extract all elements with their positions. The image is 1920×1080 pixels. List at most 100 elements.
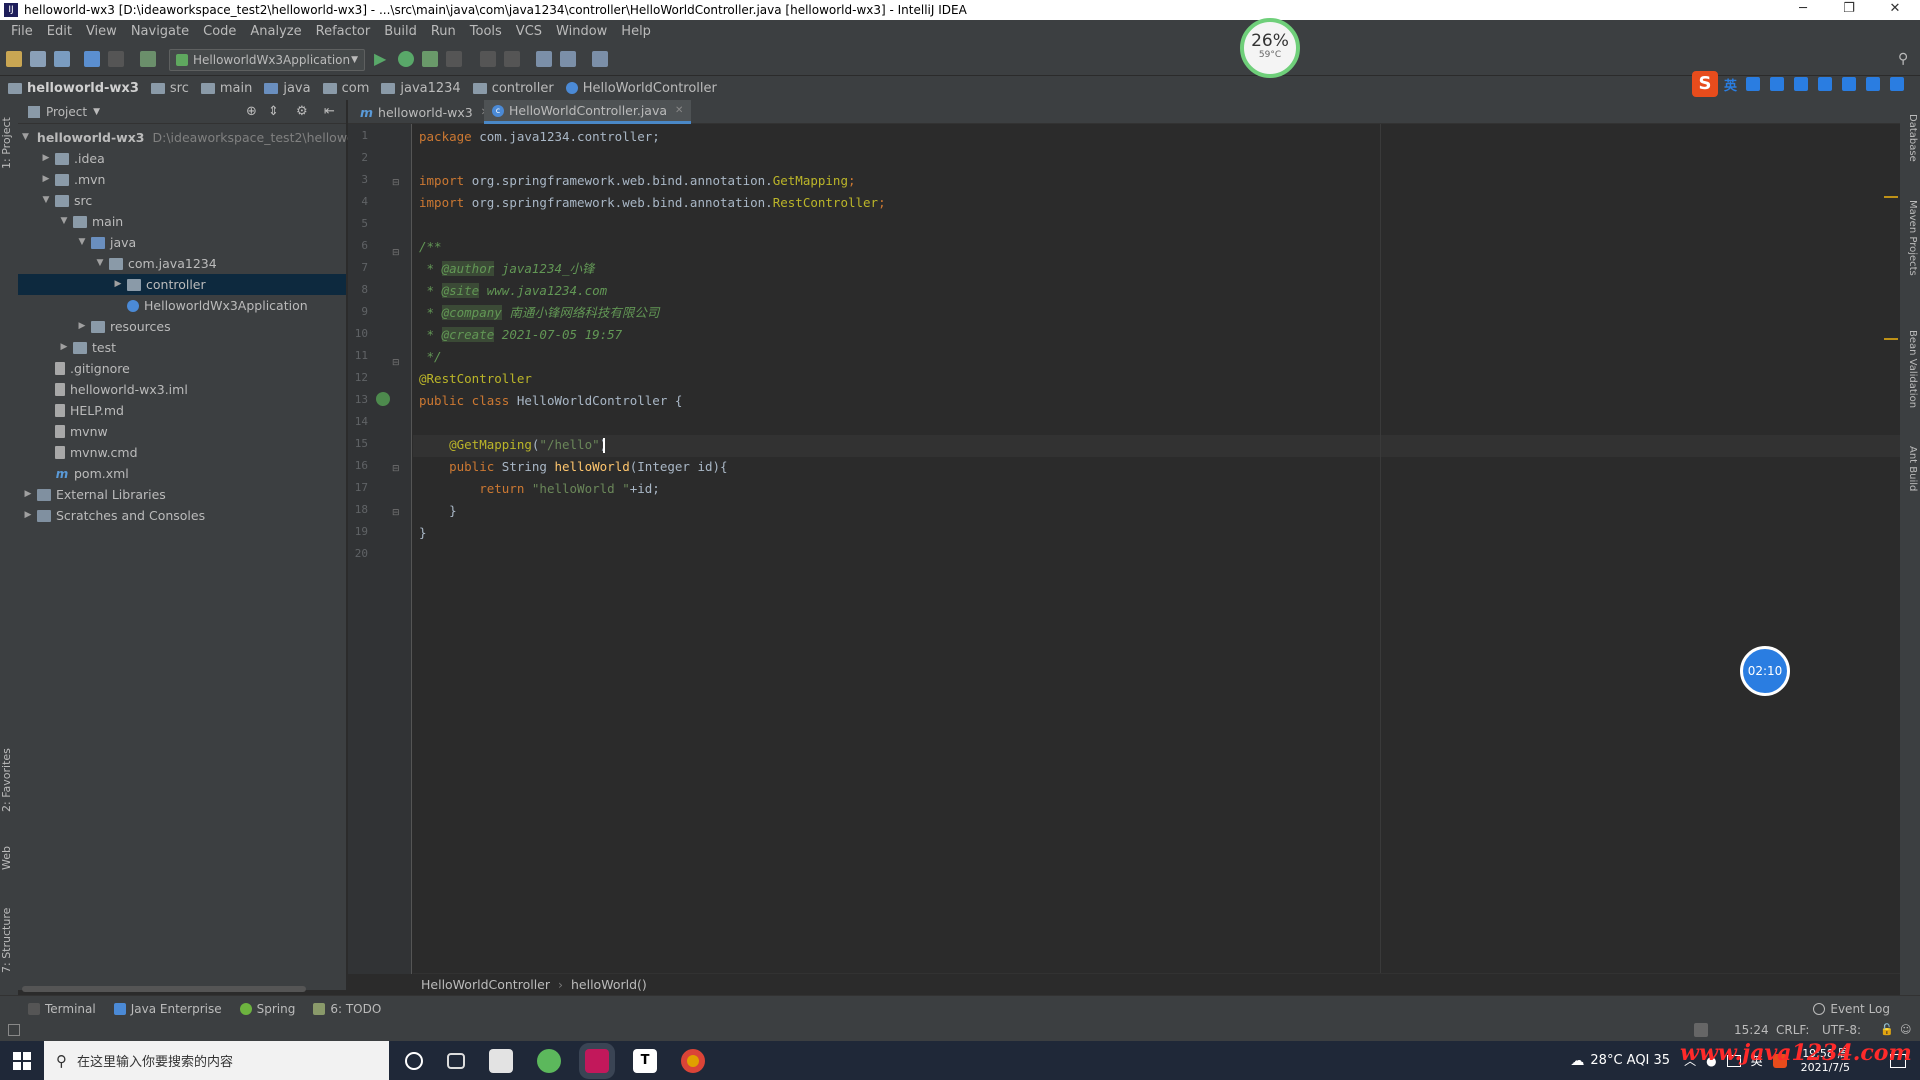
tree-item[interactable]: mvnw.cmd [18,442,346,463]
tree-item[interactable]: ▼ java [18,232,346,253]
tab-web[interactable]: Web [0,838,18,878]
chevron-right-icon[interactable]: ▶ [112,274,124,295]
tool-todo[interactable]: 6: TODO [313,1002,381,1016]
tool-java-enterprise[interactable]: Java Enterprise [113,1002,222,1016]
chevron-right-icon[interactable]: ▶ [40,169,52,190]
chevron-right-icon[interactable]: ▶ [76,316,88,337]
tree-item[interactable]: ▼ com.java1234 [18,253,346,274]
wechat-icon[interactable] [537,1048,561,1073]
keyboard-icon[interactable] [1818,77,1833,91]
horizontal-scrollbar[interactable] [22,986,306,992]
toggle-tool-windows-icon[interactable] [8,1024,20,1036]
project-view-select[interactable]: Project [46,105,87,119]
chevron-right-icon[interactable]: ▶ [22,484,34,505]
file-encoding[interactable]: UTF-8: [1822,1023,1861,1037]
menu-refactor[interactable]: Refactor [309,24,378,39]
menu-code[interactable]: Code [196,24,243,39]
spring-bean-icon[interactable] [376,392,390,406]
tree-item[interactable]: mvnw [18,421,346,442]
menu-vcs[interactable]: VCS [509,24,549,39]
close-window-button[interactable]: ✕ [1872,0,1918,20]
chrome-icon[interactable] [681,1048,705,1073]
minimize-button[interactable]: ─ [1780,0,1826,20]
sogou-icon[interactable]: S [1692,71,1718,97]
cortana-icon[interactable] [405,1051,423,1070]
tree-item[interactable]: HelloworldWx3Application [18,295,346,316]
line-separator[interactable]: CRLF: [1776,1023,1809,1037]
menu-help[interactable]: Help [614,24,658,39]
run-configuration-select[interactable]: HelloworldWx3Application ▼ [169,49,365,71]
chevron-right-icon[interactable]: ▶ [22,505,34,526]
sync-icon[interactable] [54,51,70,67]
sdk-icon[interactable] [560,51,576,67]
menu-build[interactable]: Build [377,24,424,39]
breadcrumb-method[interactable]: helloWorld() [571,977,647,992]
lock-icon[interactable]: 🔓 [1880,1023,1894,1036]
stop-icon[interactable] [446,51,462,67]
start-button[interactable] [0,1041,44,1080]
run-icon[interactable]: ▶ [374,51,390,67]
ime-language[interactable]: 英 [1724,75,1737,94]
tree-item[interactable]: helloworld-wx3.iml [18,379,346,400]
user-icon[interactable] [1842,77,1857,91]
git-icon[interactable] [1694,1023,1708,1037]
build-icon[interactable] [140,51,156,67]
crumb-class[interactable]: HelloWorldController [565,81,717,96]
locate-icon[interactable]: ⊕ [246,104,257,119]
tree-item[interactable]: ▶ .mvn [18,169,346,190]
fold-icon[interactable]: ⊟ [392,358,400,368]
tool-spring[interactable]: Spring [239,1002,295,1016]
typora-icon[interactable]: T [633,1048,657,1073]
crumb-java1234[interactable]: java1234 [381,81,461,96]
project-structure-icon[interactable] [536,51,552,67]
chevron-right-icon[interactable]: ▶ [58,337,70,358]
crumb-src[interactable]: src [150,81,189,96]
tree-item[interactable]: .gitignore [18,358,346,379]
crumb-java[interactable]: java [264,81,311,96]
menu-window[interactable]: Window [549,24,614,39]
menu-navigate[interactable]: Navigate [124,24,196,39]
recording-timer[interactable]: 02:10 [1740,646,1790,696]
redo-icon[interactable] [108,51,124,67]
grid-icon[interactable] [1890,77,1905,91]
chevron-down-icon[interactable]: ▼ [22,127,29,148]
close-icon[interactable]: ✕ [675,105,683,116]
tree-item[interactable]: ▶ External Libraries [18,484,346,505]
tab-helloworld-wx3[interactable]: m helloworld-wx3 ✕ [352,100,497,124]
fold-icon[interactable]: ⊟ [392,464,400,474]
chevron-right-icon[interactable]: ▶ [40,148,52,169]
tree-item[interactable]: ▶ Scratches and Consoles [18,505,346,526]
emoji-icon[interactable] [1770,77,1785,91]
fold-icon[interactable]: ⊟ [392,248,400,258]
crumb-main[interactable]: main [200,81,252,96]
chevron-down-icon[interactable]: ▼ [94,253,106,274]
tree-item[interactable]: m pom.xml [18,463,346,484]
breadcrumb-class[interactable]: HelloWorldController [421,977,550,992]
microphone-icon[interactable] [1794,77,1809,91]
crumb-com[interactable]: com [322,81,369,96]
tab-helloworldcontroller[interactable]: c HelloWorldController.java ✕ [484,100,692,124]
menu-file[interactable]: File [4,24,40,39]
fold-icon[interactable]: ⊟ [392,508,400,518]
restore-button[interactable]: ❐ [1826,0,1872,20]
tool-terminal[interactable]: Terminal [28,1002,96,1016]
tree-item[interactable]: ▶ resources [18,316,346,337]
tree-item[interactable]: ▼ main [18,211,346,232]
tab-project[interactable]: 1: Project [0,108,18,178]
crumb-controller[interactable]: controller [472,81,554,96]
menu-analyze[interactable]: Analyze [243,24,308,39]
tool-event-log[interactable]: Event Log [1813,1002,1890,1016]
settings-icon[interactable] [592,51,608,67]
chevron-down-icon[interactable]: ▼ [76,232,88,253]
warning-marker[interactable] [1884,338,1898,340]
inspector-icon[interactable]: ☺ [1900,1023,1911,1036]
skin-icon[interactable] [1866,77,1881,91]
update-icon[interactable] [480,51,496,67]
tab-bean-validation[interactable]: Bean Validation [1902,330,1918,408]
punctuation-icon[interactable] [1746,77,1761,91]
tab-database[interactable]: Database [1902,114,1918,162]
menu-run[interactable]: Run [424,24,463,39]
gear-icon[interactable]: ⚙ [296,104,308,119]
menu-view[interactable]: View [79,24,124,39]
warning-marker[interactable] [1884,196,1898,198]
